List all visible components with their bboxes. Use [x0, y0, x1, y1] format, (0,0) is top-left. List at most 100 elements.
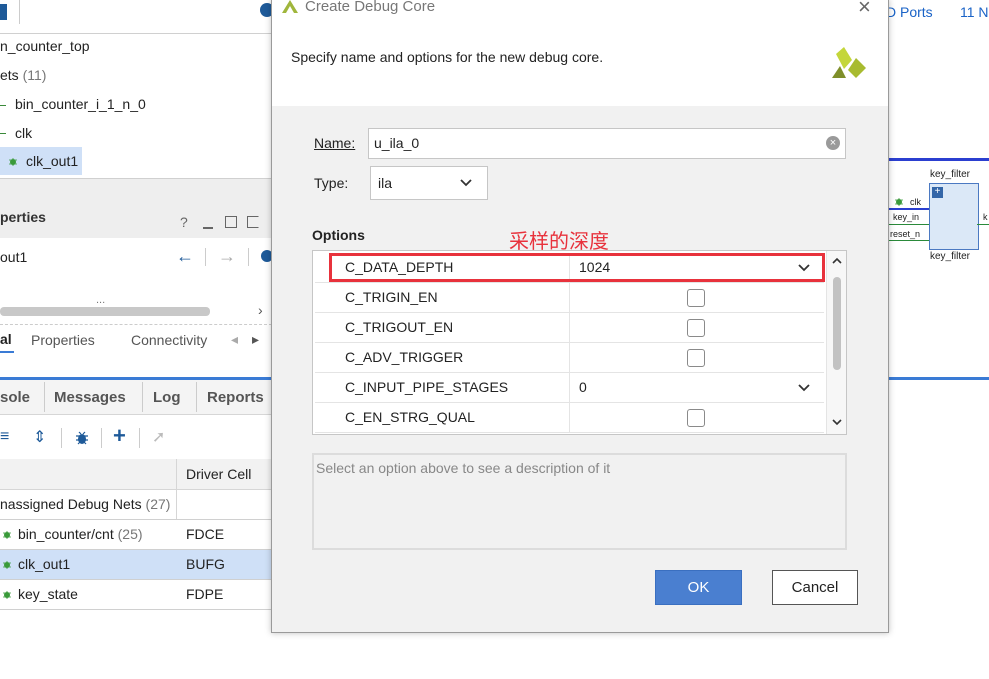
chevron-down-icon[interactable] [795, 378, 813, 396]
tab-connectivity[interactable]: Connectivity [131, 332, 207, 348]
scroll-up-icon[interactable] [831, 256, 843, 266]
tree-nets-count: (11) [22, 67, 47, 83]
option-row[interactable]: C_ADV_TRIGGER [315, 343, 824, 373]
nets-link[interactable]: 11 N [960, 4, 989, 20]
tree-item[interactable]: bin_counter_i_1_n_0 [15, 96, 146, 112]
option-checkbox[interactable] [687, 319, 705, 337]
group-label: nassigned Debug Nets [0, 496, 142, 512]
column-divider [569, 313, 570, 342]
option-checkbox[interactable] [687, 289, 705, 307]
back-arrow-icon[interactable]: ← [176, 246, 194, 267]
float-icon[interactable] [247, 216, 259, 228]
type-dropdown[interactable]: ila [370, 166, 488, 200]
forward-arrow-icon[interactable]: → [218, 246, 236, 267]
driver-cell: FDPE [186, 586, 224, 602]
option-name: C_TRIGOUT_EN [345, 319, 454, 335]
key-in-wire [888, 224, 929, 225]
tab-scroll-right-icon[interactable]: ▸ [252, 331, 259, 348]
option-checkbox[interactable] [687, 409, 705, 427]
add-icon[interactable]: + [113, 423, 126, 449]
tree-item[interactable]: clk_out1 [26, 153, 78, 169]
panel-border [888, 377, 989, 380]
clear-icon[interactable]: × [826, 136, 840, 150]
dialog-title-bar[interactable]: Create Debug Core × [272, 0, 888, 26]
collapse-all-icon[interactable]: ≡ [0, 428, 9, 446]
debug-bug-icon [3, 561, 11, 569]
driver-cell-header[interactable]: Driver Cell [186, 466, 251, 482]
scroll-down-icon[interactable] [831, 417, 843, 427]
option-name: C_EN_STRG_QUAL [345, 409, 475, 425]
debug-bug-icon [895, 198, 903, 206]
option-row[interactable]: C_TRIGIN_EN [315, 283, 824, 313]
properties-truncated-text: ... [96, 294, 106, 306]
toolbar-divider [139, 428, 140, 448]
net-name: bin_counter/cnt (25) [18, 526, 143, 542]
option-row[interactable]: C_INPUT_PIPE_STAGES 0 [315, 373, 824, 403]
toolbar-divider [61, 428, 62, 448]
vertical-scrollbar[interactable] [826, 251, 846, 434]
type-dropdown-value: ila [378, 175, 393, 191]
tab-log[interactable]: Log [153, 389, 181, 406]
option-description-box: Select an option above to see a descript… [312, 453, 847, 550]
dialog-header-panel [272, 26, 888, 107]
chevron-down-icon [460, 179, 472, 187]
option-checkbox[interactable] [687, 349, 705, 367]
toolbar-divider [205, 248, 206, 266]
scroll-right-icon[interactable]: › [258, 302, 263, 318]
horizontal-scrollbar[interactable] [0, 307, 210, 316]
ok-button[interactable]: OK [655, 570, 742, 605]
driver-cell: BUFG [186, 556, 225, 572]
block-title: key_filter [930, 169, 971, 180]
tree-item[interactable]: clk [15, 125, 32, 141]
option-name: C_TRIGIN_EN [345, 289, 438, 305]
net-name: clk_out1 [18, 556, 71, 572]
tab-divider [44, 382, 45, 412]
clk-wire [888, 208, 929, 210]
option-row[interactable]: C_TRIGOUT_EN [315, 313, 824, 343]
dialog-description: Specify name and options for the new deb… [291, 49, 604, 65]
help-icon[interactable]: ? [180, 214, 188, 230]
scrollbar-thumb[interactable] [833, 277, 841, 370]
column-divider [569, 283, 570, 312]
cancel-button[interactable]: Cancel [772, 570, 858, 605]
tab-messages[interactable]: Messages [54, 389, 126, 406]
port-label: key_in [893, 212, 920, 222]
toolbar-divider [101, 428, 102, 448]
port-label: k [983, 212, 988, 222]
ports-link[interactable]: D Ports [886, 4, 933, 20]
maximize-icon[interactable] [225, 216, 237, 228]
tab-console[interactable]: sole [0, 389, 30, 406]
dialog-title: Create Debug Core [305, 0, 436, 15]
tree-connector-icon [0, 97, 6, 106]
output-wire [977, 224, 989, 225]
tab-general[interactable]: al [0, 331, 14, 353]
tab-scroll-left-icon[interactable]: ◂ [231, 331, 238, 348]
tab-properties[interactable]: Properties [31, 332, 95, 348]
vivado-logo-icon [282, 0, 298, 13]
expand-plus-icon[interactable]: + [932, 187, 943, 198]
expand-collapse-icon[interactable]: ⇕ [33, 427, 46, 447]
toolbar-divider [248, 248, 249, 266]
tree-top-item[interactable]: n_counter_top [0, 38, 90, 54]
debug-bug-icon[interactable] [74, 430, 90, 446]
tab-divider [196, 382, 197, 412]
close-icon[interactable]: × [858, 0, 871, 20]
name-input[interactable]: u_ila_0 × [368, 128, 846, 159]
driver-cell: FDCE [186, 526, 225, 542]
disconnect-icon[interactable]: ➚ [152, 427, 165, 447]
option-row[interactable]: C_EN_STRG_QUAL [315, 403, 824, 433]
tab-reports[interactable]: Reports [207, 389, 264, 406]
column-divider [569, 373, 570, 402]
group-count: (27) [145, 496, 171, 512]
toolbar-divider [19, 0, 20, 24]
option-value[interactable]: 0 [579, 379, 587, 395]
minimize-icon[interactable] [203, 227, 213, 229]
toolbar-border [0, 33, 272, 34]
tree-nets-label: ets [0, 67, 19, 83]
toolbar-icon[interactable] [0, 4, 7, 20]
tree-nets-item[interactable]: ets (11) [0, 67, 46, 83]
block-footer: key_filter [930, 251, 971, 262]
properties-title: perties [0, 209, 46, 225]
properties-object-name: out1 [0, 249, 28, 265]
table-group-row[interactable]: nassigned Debug Nets (27) [0, 496, 170, 512]
